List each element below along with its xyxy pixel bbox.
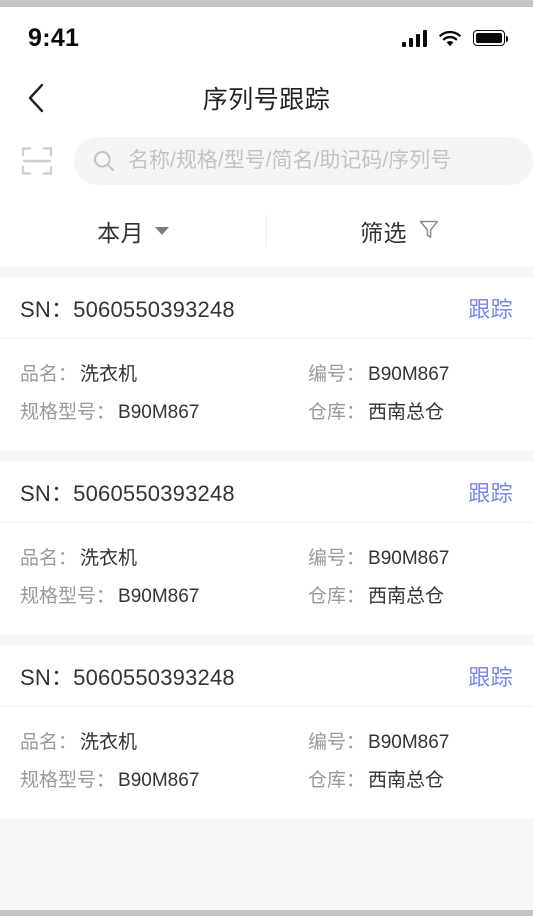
sn-value: 5060550393248 (73, 296, 235, 322)
warehouse-label: 仓库： (308, 402, 366, 423)
card-header: SN：5060550393248 跟踪 (0, 277, 533, 339)
warehouse-value: 西南总仓 (368, 402, 445, 423)
battery-full-icon (473, 30, 509, 46)
spec-model-field: 规格型号： B90M867 (20, 765, 308, 797)
search-bar (0, 127, 533, 195)
card-row-1: 品名： 洗衣机 编号： B90M867 (20, 543, 513, 575)
serial-record-card[interactable]: SN：5060550393248 跟踪 品名： 洗衣机 编号： B90M867 规格… (0, 461, 533, 635)
sn-value: 5060550393248 (73, 480, 235, 506)
search-icon (92, 149, 116, 173)
cellular-signal-icon (402, 29, 427, 47)
warehouse-value: 西南总仓 (368, 770, 445, 791)
card-row-2: 规格型号： B90M867 仓库： 西南总仓 (20, 581, 513, 613)
period-selector-label: 本月 (97, 220, 144, 246)
card-row-1: 品名： 洗衣机 编号： B90M867 (20, 727, 513, 759)
warehouse-field: 仓库： 西南总仓 (308, 397, 444, 429)
bottom-edge-bar (0, 910, 533, 916)
product-name-value: 洗衣机 (80, 548, 138, 569)
product-name-label: 品名： (20, 364, 78, 385)
status-bar-icons (402, 29, 509, 47)
code-label: 编号： (308, 364, 366, 385)
list-bottom-gap (0, 819, 533, 865)
serial-record-card[interactable]: SN：5060550393248 跟踪 品名： 洗衣机 编号： B90M867 规格… (0, 645, 533, 819)
spec-model-label: 规格型号： (20, 402, 116, 423)
spec-model-field: 规格型号： B90M867 (20, 397, 308, 429)
chevron-down-icon (154, 227, 169, 235)
spec-model-label: 规格型号： (20, 770, 116, 791)
card-header: SN：5060550393248 跟踪 (0, 645, 533, 707)
warehouse-field: 仓库： 西南总仓 (308, 581, 444, 613)
product-name-field: 品名： 洗衣机 (20, 543, 308, 575)
product-name-field: 品名： 洗衣机 (20, 359, 308, 391)
product-name-value: 洗衣机 (80, 364, 138, 385)
sn-label: SN： (20, 296, 74, 322)
code-label: 编号： (308, 732, 366, 753)
spec-model-value: B90M867 (118, 770, 200, 791)
warehouse-label: 仓库： (308, 586, 366, 607)
product-name-field: 品名： 洗衣机 (20, 727, 308, 759)
spec-model-label: 规格型号： (20, 586, 116, 607)
sn-value: 5060550393248 (73, 664, 235, 690)
filter-toolbar: 本月 筛选 (0, 195, 533, 267)
status-bar: 9:41 (0, 7, 533, 69)
product-name-label: 品名： (20, 732, 78, 753)
search-field-wrapper[interactable] (74, 137, 533, 185)
sn-label: SN： (20, 664, 74, 690)
search-input[interactable] (128, 149, 515, 173)
sn-label: SN： (20, 480, 74, 506)
navigation-bar: 序列号跟踪 (0, 69, 533, 127)
code-field: 编号： B90M867 (308, 359, 449, 391)
serial-record-card[interactable]: SN：5060550393248 跟踪 品名： 洗衣机 编号： B90M867 规格… (0, 277, 533, 451)
spec-model-field: 规格型号： B90M867 (20, 581, 308, 613)
status-bar-time: 9:41 (28, 23, 80, 52)
product-name-value: 洗衣机 (80, 732, 138, 753)
card-row-2: 规格型号： B90M867 仓库： 西南总仓 (20, 765, 513, 797)
funnel-icon (418, 218, 440, 245)
card-body: 品名： 洗衣机 编号： B90M867 规格型号： B90M867 仓库： 西南总仓 (0, 523, 533, 635)
card-separator (0, 451, 533, 461)
warehouse-label: 仓库： (308, 770, 366, 791)
code-label: 编号： (308, 548, 366, 569)
code-field: 编号： B90M867 (308, 727, 449, 759)
card-body: 品名： 洗衣机 编号： B90M867 规格型号： B90M867 仓库： 西南总仓 (0, 707, 533, 819)
track-link[interactable]: 跟踪 (468, 292, 513, 324)
serial-number-list[interactable]: SN：5060550393248 跟踪 品名： 洗衣机 编号： B90M867 规格… (0, 267, 533, 910)
product-name-label: 品名： (20, 548, 78, 569)
spec-model-value: B90M867 (118, 586, 200, 607)
serial-number-text: SN：5060550393248 (20, 660, 235, 692)
scan-barcode-icon[interactable] (14, 138, 60, 184)
chevron-left-icon (28, 83, 44, 113)
card-row-2: 规格型号： B90M867 仓库： 西南总仓 (20, 397, 513, 429)
code-field: 编号： B90M867 (308, 543, 449, 575)
code-value: B90M867 (368, 732, 450, 753)
warehouse-value: 西南总仓 (368, 586, 445, 607)
serial-number-text: SN：5060550393248 (20, 292, 235, 324)
top-edge-bar (0, 0, 533, 7)
card-separator (0, 635, 533, 645)
list-top-gap (0, 267, 533, 277)
phone-screen: 9:41 序列号跟踪 名称/规格/型号/简名/助记码/序列号 本月 筛选 SN：… (0, 0, 533, 916)
filter-button[interactable]: 筛选 (267, 195, 533, 267)
wifi-icon (438, 30, 462, 47)
code-value: B90M867 (368, 364, 450, 385)
cards-container: SN：5060550393248 跟踪 品名： 洗衣机 编号： B90M867 规格… (0, 277, 533, 819)
serial-number-text: SN：5060550393248 (20, 476, 235, 508)
period-selector[interactable]: 本月 (0, 195, 266, 267)
filter-button-label: 筛选 (360, 220, 407, 246)
spec-model-value: B90M867 (118, 402, 200, 423)
card-header: SN：5060550393248 跟踪 (0, 461, 533, 523)
track-link[interactable]: 跟踪 (468, 476, 513, 508)
track-link[interactable]: 跟踪 (468, 660, 513, 692)
page-title: 序列号跟踪 (202, 86, 331, 114)
warehouse-field: 仓库： 西南总仓 (308, 765, 444, 797)
back-button[interactable] (16, 76, 56, 120)
card-row-1: 品名： 洗衣机 编号： B90M867 (20, 359, 513, 391)
card-body: 品名： 洗衣机 编号： B90M867 规格型号： B90M867 仓库： 西南总仓 (0, 339, 533, 451)
code-value: B90M867 (368, 548, 450, 569)
